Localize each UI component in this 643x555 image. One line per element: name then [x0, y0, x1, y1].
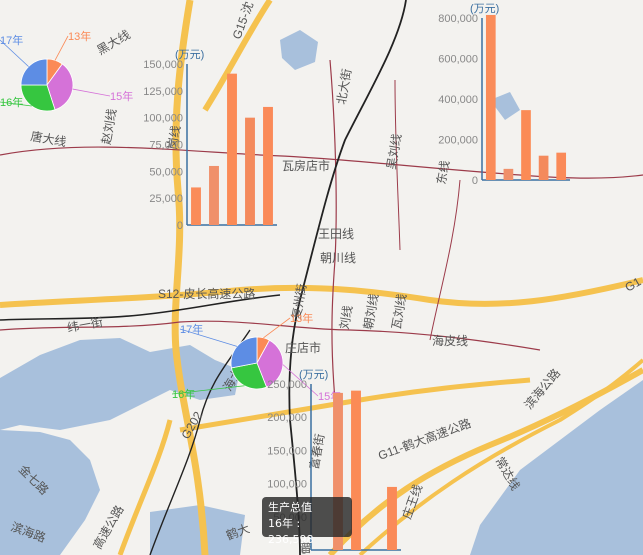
road-label: 王田线	[318, 227, 354, 241]
y-tick-label: 150,000	[267, 445, 307, 457]
bar[interactable]	[521, 110, 531, 180]
road-label: 富春街	[306, 432, 327, 470]
bar[interactable]	[263, 106, 273, 225]
pie-label: 13年	[68, 29, 91, 43]
y-tick-label: 50,000	[149, 166, 183, 178]
y-tick-label: 600,000	[438, 54, 478, 66]
road-label: 唐大线	[29, 128, 67, 149]
y-tick-label: 125,000	[143, 86, 183, 98]
road-label: G1	[623, 274, 643, 294]
pie-label: 17年	[180, 322, 203, 336]
y-tick-label: 25,000	[149, 193, 183, 205]
water-layer	[0, 30, 643, 555]
road-label: 庄店市	[285, 340, 321, 355]
road-label: G11-鹤大高速公路	[376, 415, 473, 463]
y-tick-label: 100,000	[143, 113, 183, 125]
road-label: 滨海公路	[521, 366, 563, 412]
bar[interactable]	[351, 390, 361, 550]
y-tick-label: 400,000	[438, 94, 478, 106]
bar[interactable]	[227, 73, 237, 225]
tooltip-title: 生产总值	[268, 501, 312, 514]
road-label: 北大街	[334, 68, 354, 106]
y-tick-label: 150,000	[143, 59, 183, 71]
road-label: 赵刘线	[99, 108, 119, 146]
bar[interactable]	[503, 168, 514, 180]
bar[interactable]	[387, 486, 397, 550]
pie-leader-line	[72, 88, 111, 97]
bar[interactable]	[556, 152, 567, 180]
y-tick-label: 100,000	[267, 479, 307, 491]
tooltip: 生产总值 16年 : 236,598	[262, 497, 352, 546]
road-label: 瓦刘线	[389, 293, 409, 331]
road-label: 黑大线	[95, 27, 133, 57]
road-label: 东线	[434, 159, 452, 185]
road-label: 朝刘线	[361, 293, 381, 331]
pie-slice[interactable]	[230, 336, 258, 369]
bar[interactable]	[245, 117, 255, 225]
road-label: 高速公路	[90, 502, 127, 551]
tooltip-separator: :	[293, 517, 301, 530]
pie-label: 15年	[110, 89, 133, 103]
map-canvas[interactable]: 黑大线G15-沈北大街岗线赵刘线唐大线瓦房店市 吴刘线东线王田线朝川线S12-皮长…	[0, 0, 643, 555]
bar[interactable]	[538, 155, 549, 180]
bar[interactable]	[485, 14, 496, 181]
pie-leader-line	[263, 317, 291, 339]
road-label: S12-皮长高速公路	[158, 286, 255, 301]
bar[interactable]	[209, 165, 219, 225]
y-tick-label: 0	[177, 220, 183, 232]
y-tick-label: 0	[472, 175, 478, 187]
tooltip-label: 16年	[268, 517, 293, 530]
y-tick-label: 250,000	[267, 379, 307, 391]
y-tick-label: 800,000	[438, 13, 478, 25]
y-tick-label: 75,000	[149, 140, 183, 152]
y-tick-label: 200,000	[267, 412, 307, 424]
pie-leader-line	[54, 35, 69, 61]
road-label: 瓦房店市	[282, 158, 330, 173]
tooltip-value: 236,598	[268, 533, 314, 546]
tooltip-row: 16年 : 236,598	[268, 516, 346, 548]
road-label: 海皮线	[432, 333, 468, 348]
road-label: 朝川线	[320, 251, 356, 265]
bar[interactable]	[191, 187, 201, 225]
pie-label: 17年	[0, 33, 23, 47]
pie-label: 16年	[0, 95, 23, 109]
road-label: 刘线	[337, 304, 355, 330]
pie-label: 13年	[290, 311, 313, 325]
pie-label: 16年	[172, 387, 195, 401]
y-tick-label: 200,000	[438, 135, 478, 147]
